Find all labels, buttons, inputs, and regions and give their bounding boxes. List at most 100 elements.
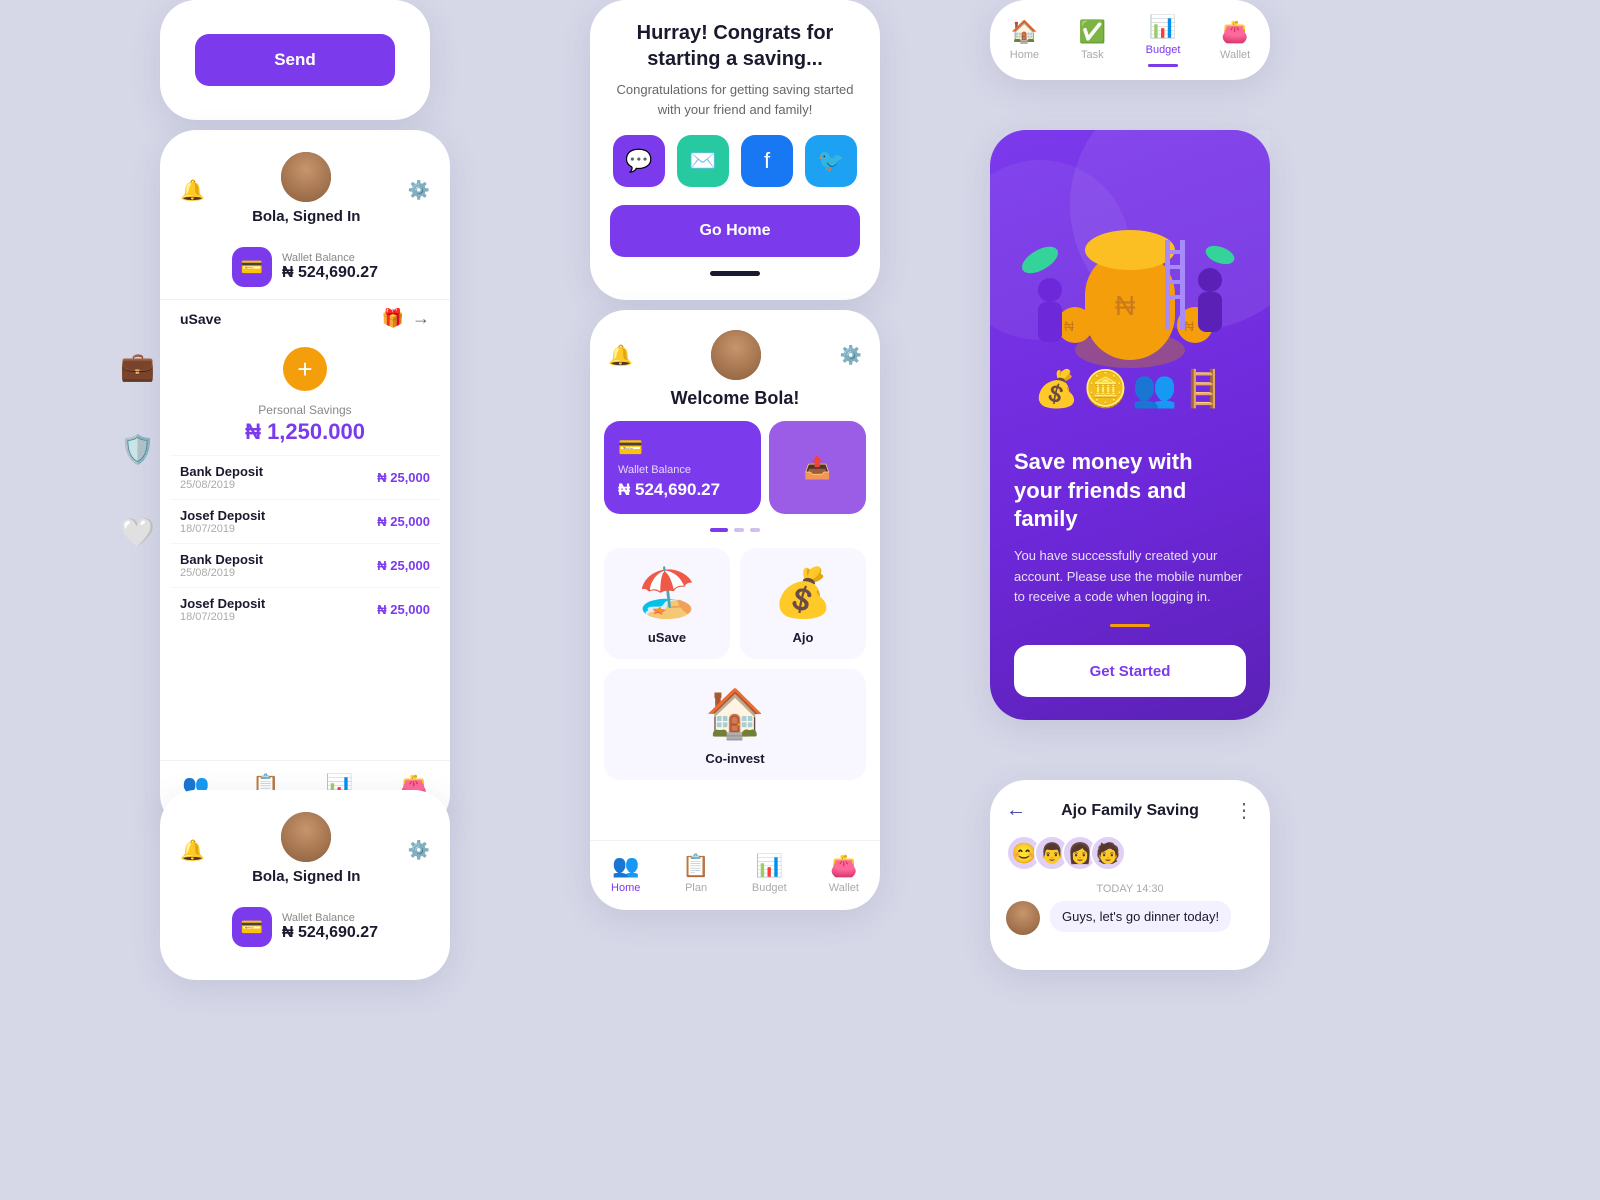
carousel-dots [590, 528, 880, 532]
avatar [711, 330, 761, 380]
coinvest-illustration: 🏠 [700, 683, 770, 743]
wallet-info: Wallet Balance ₦ 524,690.27 [282, 252, 378, 282]
dot [734, 528, 744, 532]
wallet-card-amount: ₦ 524,690.27 [618, 480, 747, 500]
more-icon[interactable]: ⋮ [1234, 798, 1254, 823]
briefcase-icon[interactable]: 💼 [120, 350, 155, 383]
card-header: 🔔 Bola, Signed In ⚙️ [160, 130, 450, 239]
purple-divider [1110, 624, 1150, 627]
nav-budget-welcome[interactable]: 📊 Budget [752, 853, 787, 894]
budget-active-indicator [1148, 64, 1178, 67]
nav-wallet-welcome-label: Wallet [829, 882, 859, 894]
txn-amount: ₦ 25,000 [377, 602, 430, 617]
ajo-message-text: Guys, let's go dinner today! [1050, 901, 1231, 932]
savings-amount: ₦ 1,250.000 [160, 419, 450, 455]
svg-text:₦: ₦ [1184, 318, 1194, 334]
welcome-card: 🔔 ⚙️ Welcome Bola! 💳 Wallet Balance ₦ 52… [590, 310, 880, 910]
budget-nav-home-label: Home [1010, 49, 1039, 61]
txn-date: 25/08/2019 [180, 567, 263, 579]
table-row: Bank Deposit 25/08/2019 ₦ 25,000 [170, 543, 440, 587]
ajo-avatar-4: 🧑 [1090, 835, 1126, 871]
txn-name: Bank Deposit [180, 552, 263, 567]
budget-nav-wallet[interactable]: 👛 Wallet [1220, 19, 1250, 61]
ajo-illustration: 💰 [768, 562, 838, 622]
wallet-label-bottom: Wallet Balance [282, 912, 378, 924]
share-email-button[interactable]: ✉️ [677, 135, 729, 187]
shield-icon[interactable]: 🛡️ [120, 433, 155, 466]
ajo-message: Guys, let's go dinner today! [990, 901, 1270, 935]
side-icons: 💼 🛡️ 🤍 [120, 350, 155, 549]
arrow-icon: → [412, 308, 430, 329]
welcome-header: 🔔 ⚙️ [590, 310, 880, 388]
share-facebook-button[interactable]: f [741, 135, 793, 187]
savings-label: Personal Savings [160, 401, 450, 419]
get-started-button[interactable]: Get Started [1014, 645, 1246, 697]
bell-icon-bottom[interactable]: 🔔 [180, 838, 205, 863]
nav-plan-welcome[interactable]: 📋 Plan [682, 853, 709, 894]
budget-nav-budget[interactable]: 📊 Budget [1146, 14, 1181, 67]
feature-coinvest-label: Co-invest [705, 751, 764, 766]
wallet-card-icon: 💳 [618, 435, 747, 460]
congrats-card: Hurray! Congrats for starting a saving..… [590, 0, 880, 300]
txn-amount: ₦ 25,000 [377, 558, 430, 573]
gear-icon-bottom[interactable]: ⚙️ [408, 840, 430, 861]
txn-name: Josef Deposit [180, 596, 265, 611]
svg-text:₦: ₦ [1064, 318, 1074, 334]
table-row: Josef Deposit 18/07/2019 ₦ 25,000 [170, 587, 440, 631]
send-card-small[interactable]: 📤 [769, 421, 866, 514]
bottom-nav-welcome: 👥 Home 📋 Plan 📊 Budget 👛 Wallet [590, 840, 880, 910]
feature-coinvest[interactable]: 🏠 Co-invest [604, 669, 866, 780]
bell-icon[interactable]: 🔔 [608, 343, 633, 368]
wallet-cards-row: 💳 Wallet Balance ₦ 524,690.27 📤 [590, 421, 880, 514]
ajo-timestamp: TODAY 14:30 [990, 883, 1270, 895]
heart-icon[interactable]: 🤍 [120, 516, 155, 549]
budget-nav-task[interactable]: ✅ Task [1079, 19, 1106, 61]
avatar [281, 152, 331, 202]
wallet-card-label: Wallet Balance [618, 464, 747, 476]
dot [750, 528, 760, 532]
ajo-header: ← Ajo Family Saving ⋮ [990, 780, 1270, 835]
gear-icon[interactable]: ⚙️ [840, 345, 862, 366]
nav-home-welcome[interactable]: 👥 Home [611, 853, 640, 894]
txn-name: Bank Deposit [180, 464, 263, 479]
wallet-icon-bottom: 💳 [232, 907, 272, 947]
wallet-icon: 💳 [232, 247, 272, 287]
feature-usave-label: uSave [648, 630, 686, 645]
nav-budget-welcome-label: Budget [752, 882, 787, 894]
budget-nav-budget-label: Budget [1146, 44, 1181, 56]
wallet-amount-bottom: ₦ 524,690.27 [282, 924, 378, 942]
feature-usave[interactable]: 🏖️ uSave [604, 548, 730, 659]
share-twitter-button[interactable]: 🐦 [805, 135, 857, 187]
dot-active [710, 528, 728, 532]
send-button[interactable]: Send [195, 34, 395, 86]
bell-icon[interactable]: 🔔 [180, 178, 205, 203]
add-button[interactable]: + [283, 347, 327, 391]
welcome-name: Welcome Bola! [590, 388, 880, 421]
home-bottom-card: 🔔 Bola, Signed In ⚙️ 💳 Wallet Balance ₦ … [160, 790, 450, 980]
share-icons-row: 💬 ✉️ f 🐦 [613, 135, 857, 187]
feature-grid: 🏖️ uSave 💰 Ajo [590, 548, 880, 659]
nav-wallet-welcome[interactable]: 👛 Wallet [829, 853, 859, 894]
gear-icon[interactable]: ⚙️ [408, 180, 430, 201]
budget-nav-wallet-label: Wallet [1220, 49, 1250, 61]
illustration-svg: ₦ ₦ ₦ [1000, 150, 1260, 410]
usave-illustration: 🏖️ [632, 562, 702, 622]
budget-nav-task-label: Task [1081, 49, 1104, 61]
feature-ajo[interactable]: 💰 Ajo [740, 548, 866, 659]
wallet-card[interactable]: 💳 Wallet Balance ₦ 524,690.27 [604, 421, 761, 514]
txn-date: 25/08/2019 [180, 479, 263, 491]
wallet-amount: ₦ 524,690.27 [282, 264, 378, 282]
ajo-title: Ajo Family Saving [1061, 802, 1199, 820]
budget-nav-home[interactable]: 🏠 Home [1010, 19, 1039, 61]
budget-nav-card: 🏠 Home ✅ Task 📊 Budget 👛 Wallet [990, 0, 1270, 80]
send-icon: 📤 [804, 455, 831, 481]
txn-amount: ₦ 25,000 [377, 470, 430, 485]
avatar-bottom [281, 812, 331, 862]
ajo-sender-avatar [1006, 901, 1040, 935]
share-chat-button[interactable]: 💬 [613, 135, 665, 187]
back-icon[interactable]: ← [1006, 799, 1026, 822]
go-home-button[interactable]: Go Home [610, 205, 860, 257]
usave-row[interactable]: uSave 🎁 → [160, 299, 450, 337]
nav-home-welcome-label: Home [611, 882, 640, 894]
purple-save-card: 💰🪙👥🪜 ₦ ₦ ₦ [990, 130, 1270, 720]
